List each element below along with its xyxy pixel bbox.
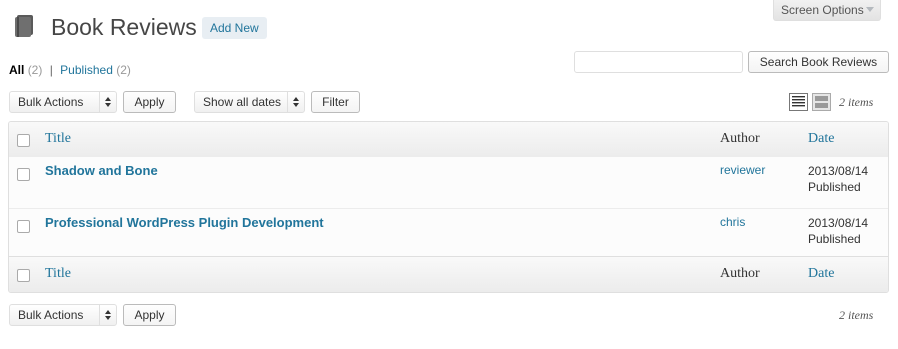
items-count-top: 2 items bbox=[839, 95, 874, 109]
author-link[interactable]: chris bbox=[720, 215, 745, 229]
table-row: Shadow and Bone reviewer 2013/08/14 Publ… bbox=[9, 157, 888, 208]
bulk-actions-value: Bulk Actions bbox=[18, 95, 84, 109]
screen-options-caret-icon bbox=[866, 7, 874, 12]
author-link[interactable]: reviewer bbox=[720, 163, 765, 177]
author-column-header: Author bbox=[720, 131, 760, 146]
screen-options-label: Screen Options bbox=[781, 3, 864, 17]
dates-filter-select[interactable]: Show all dates bbox=[194, 91, 305, 113]
page-title: Book Reviews bbox=[51, 14, 197, 40]
title-column-footer[interactable]: Title bbox=[45, 257, 71, 291]
screen-options-button[interactable]: Screen Options bbox=[773, 0, 881, 21]
select-arrows-icon bbox=[287, 92, 304, 112]
select-all-checkbox-footer[interactable] bbox=[17, 269, 30, 282]
select-arrows-icon bbox=[99, 305, 116, 325]
date-column-footer[interactable]: Date bbox=[808, 257, 834, 291]
select-all-checkbox[interactable] bbox=[17, 134, 30, 147]
excerpt-view-icon[interactable] bbox=[812, 93, 831, 111]
post-status: Published bbox=[808, 180, 861, 194]
date-value: 2013/08/14 bbox=[808, 164, 869, 178]
list-view-icon[interactable] bbox=[789, 93, 808, 111]
search-input[interactable] bbox=[574, 51, 743, 73]
table-header: Title Author Date bbox=[9, 122, 888, 158]
title-column-header[interactable]: Title bbox=[45, 122, 71, 156]
filter-button[interactable]: Filter bbox=[311, 91, 360, 113]
post-status: Published bbox=[808, 232, 861, 246]
apply-button-bottom[interactable]: Apply bbox=[123, 304, 176, 326]
post-date: 2013/08/14 Published bbox=[808, 163, 868, 195]
book-icon bbox=[15, 15, 33, 37]
items-count-bottom: 2 items bbox=[839, 308, 874, 322]
apply-button-top[interactable]: Apply bbox=[123, 91, 176, 113]
bulk-actions-value: Bulk Actions bbox=[18, 308, 84, 322]
date-value: 2013/08/14 bbox=[808, 216, 869, 230]
view-published[interactable]: Published (2) bbox=[60, 63, 131, 77]
date-column-header[interactable]: Date bbox=[808, 122, 834, 156]
author-column-footer: Author bbox=[720, 266, 760, 281]
view-all-label: All bbox=[9, 63, 25, 77]
post-date: 2013/08/14 Published bbox=[808, 215, 868, 247]
view-published-count: (2) bbox=[116, 63, 131, 77]
status-views: All (2) | Published (2) bbox=[9, 62, 131, 78]
row-checkbox[interactable] bbox=[17, 220, 30, 233]
table-row: Professional WordPress Plugin Developmen… bbox=[9, 208, 888, 260]
row-checkbox[interactable] bbox=[17, 168, 30, 181]
post-title-link[interactable]: Professional WordPress Plugin Developmen… bbox=[45, 215, 324, 230]
view-all-count: (2) bbox=[27, 63, 43, 77]
views-separator: | bbox=[49, 63, 53, 77]
post-title-link[interactable]: Shadow and Bone bbox=[45, 163, 158, 178]
view-published-label: Published bbox=[60, 63, 113, 77]
book-reviews-table: Title Author Date Shadow and Bone review… bbox=[8, 121, 889, 293]
table-footer: Title Author Date bbox=[9, 256, 888, 292]
view-all[interactable]: All (2) bbox=[9, 63, 46, 77]
bulk-actions-select-bottom[interactable]: Bulk Actions bbox=[9, 304, 117, 326]
dates-filter-value: Show all dates bbox=[203, 95, 282, 109]
search-book-reviews-button[interactable]: Search Book Reviews bbox=[748, 51, 889, 73]
bulk-actions-select-top[interactable]: Bulk Actions bbox=[9, 91, 117, 113]
select-arrows-icon bbox=[99, 92, 116, 112]
add-new-button[interactable]: Add New bbox=[202, 17, 267, 39]
